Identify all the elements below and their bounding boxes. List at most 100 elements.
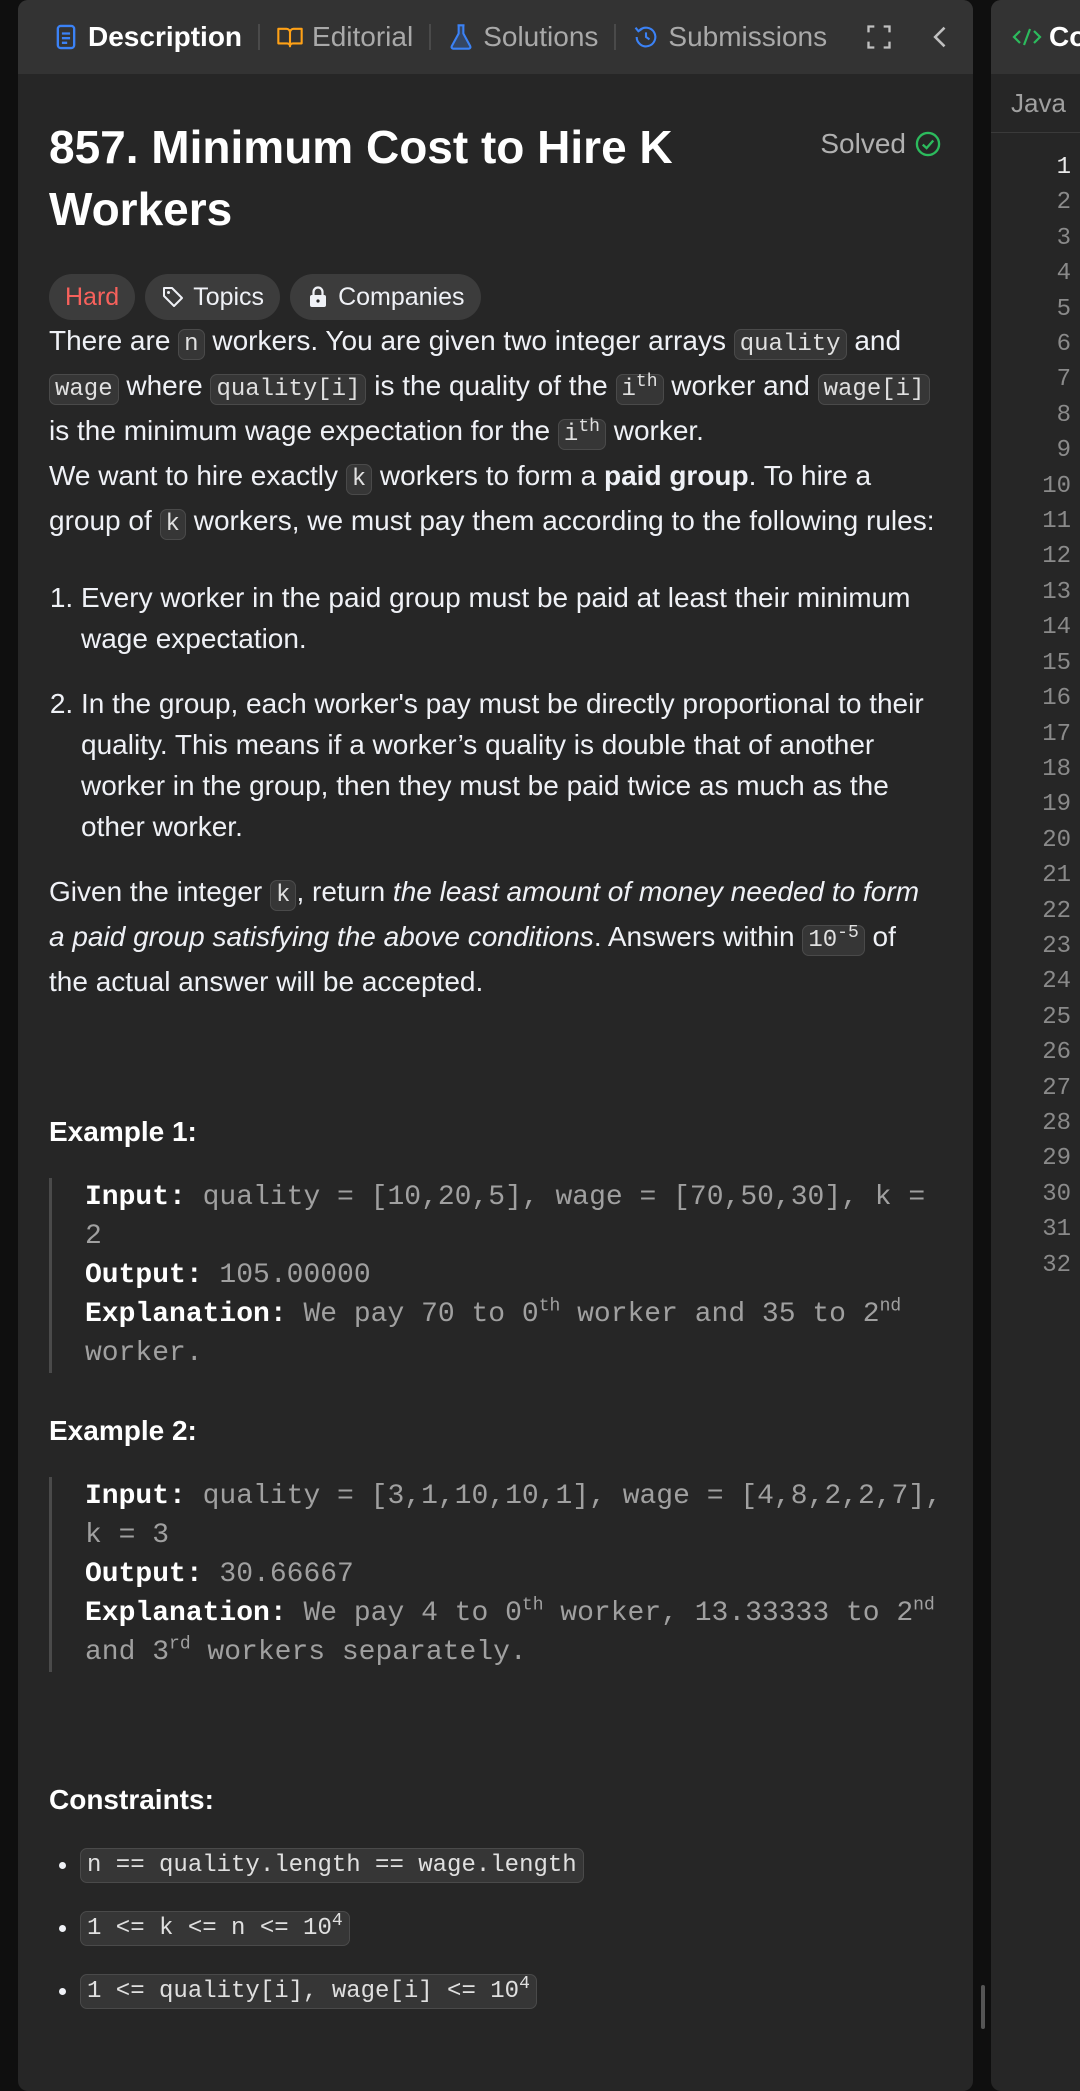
tag-row: Hard Topics Companies (49, 274, 942, 320)
line-numbers: 1 2 3 4 5 6 7 8 9 10 11 12 13 14 15 16 17 18 19 20 21 22 23 24 2… (991, 150, 1071, 1283)
editor-tab-label[interactable]: Co (1049, 21, 1080, 53)
code-editor-panel: Co Java 1 2 3 4 5 6 7 8 9 10 11 12 13 14 15 16 17 18 19 20 2… (991, 0, 1080, 2091)
line-number: 22 (1042, 897, 1071, 925)
line-number: 23 (1042, 932, 1071, 960)
example-1-input: Input: quality = [10,20,5], wage = [70,5… (85, 1182, 926, 1252)
example-1-block: Input: quality = [10,20,5], wage = [70,5… (49, 1178, 942, 1373)
line-number: 13 (1042, 578, 1071, 606)
language-select[interactable]: Java (991, 74, 1080, 133)
panel-tabbar: Description Editorial Solutions Submissi… (18, 0, 973, 74)
line-number: 28 (1042, 1109, 1071, 1137)
lock-icon (310, 286, 327, 307)
topics-button[interactable]: Topics (145, 274, 281, 320)
tab-description-label: Description (88, 21, 243, 52)
statement-paragraph-3: Given the integer k, return the least am… (49, 876, 920, 997)
list-item: 1 <= k <= n <= 104 (49, 1911, 942, 1946)
problem-title[interactable]: 857. Minimum Cost to Hire K Workers (49, 74, 729, 240)
constraints-title: Constraints: (49, 1784, 214, 1815)
check-circle-icon (915, 131, 941, 157)
companies-label: Companies (338, 282, 465, 311)
tab-divider (429, 24, 432, 50)
line-number: 8 (1056, 401, 1071, 429)
line-number: 6 (1056, 331, 1071, 359)
line-number: 9 (1056, 437, 1071, 465)
line-number: 17 (1042, 720, 1071, 748)
collapse-left-icon[interactable] (927, 23, 955, 51)
constraints-list: n == quality.length == wage.length 1 <= … (49, 1848, 942, 2009)
companies-button[interactable]: Companies (290, 274, 481, 320)
inline-code: wage (49, 374, 119, 405)
statement-paragraph-2: We want to hire exactly k workers to for… (49, 460, 935, 540)
line-number: 24 (1042, 968, 1071, 996)
example-2-title: Example 2: (49, 1415, 197, 1446)
example-1-explanation: Explanation: We pay 70 to 0th worker and… (85, 1296, 902, 1369)
history-icon (635, 26, 657, 48)
tab-divider (258, 24, 261, 50)
tab-editorial[interactable]: Editorial (266, 21, 423, 53)
line-number: 2 (1056, 189, 1071, 217)
line-number: 1 (1056, 154, 1071, 181)
line-number: 3 (1056, 224, 1071, 252)
inline-code: quality[i] (210, 374, 367, 405)
inline-code: k (270, 880, 297, 911)
constraint-code: 1 <= k <= n <= 104 (80, 1911, 350, 1946)
list-item: In the group, each worker's pay must be … (81, 683, 942, 847)
solved-label: Solved (820, 128, 906, 159)
line-number: 10 (1042, 472, 1071, 500)
inline-code: 10-5 (802, 924, 865, 956)
line-number: 26 (1042, 1039, 1071, 1067)
tab-solutions[interactable]: Solutions (437, 21, 608, 53)
line-number: 18 (1042, 755, 1071, 783)
tab-editorial-label: Editorial (312, 21, 414, 52)
line-number: 29 (1042, 1145, 1071, 1173)
tab-tools (865, 0, 955, 74)
line-number: 14 (1042, 614, 1071, 642)
line-number: 30 (1042, 1180, 1071, 1208)
line-number: 5 (1056, 295, 1071, 323)
bullet (59, 1988, 66, 1995)
line-number: 19 (1042, 791, 1071, 819)
tab-solutions-label: Solutions (483, 21, 599, 52)
rules-list: Every worker in the paid group must be p… (49, 577, 942, 847)
tab-submissions[interactable]: Submissions (622, 21, 837, 53)
line-number: 32 (1042, 1251, 1071, 1279)
example-2-output: Output: 30.66667 (85, 1559, 354, 1590)
list-item: 1 <= quality[i], wage[i] <= 104 (49, 1974, 942, 2009)
tab-divider (614, 24, 617, 50)
inline-code: n (178, 329, 205, 360)
inline-code: wage[i] (817, 374, 931, 405)
topics-label: Topics (193, 282, 265, 311)
bullet (59, 1862, 66, 1869)
inline-code: k (159, 509, 186, 540)
line-number: 20 (1042, 826, 1071, 854)
example-2-explanation: Explanation: We pay 4 to 0th worker, 13.… (85, 1595, 935, 1668)
line-number: 12 (1042, 543, 1071, 571)
tag-icon (163, 287, 184, 307)
editor-tabbar: Co (991, 0, 1080, 74)
list-item: Every worker in the paid group must be p… (81, 577, 942, 659)
bullet (59, 1925, 66, 1932)
problem-content: 857. Minimum Cost to Hire K Workers Solv… (18, 74, 973, 2009)
inline-code: ith (557, 418, 606, 450)
list-item: n == quality.length == wage.length (49, 1848, 942, 1883)
constraint-code: 1 <= quality[i], wage[i] <= 104 (80, 1974, 537, 2009)
example-2-block: Input: quality = [3,1,10,10,1], wage = [… (49, 1477, 942, 1672)
tab-description[interactable]: Description (42, 21, 252, 53)
solved-status: Solved (820, 128, 942, 160)
fullscreen-icon[interactable] (865, 23, 893, 51)
description-panel: Description Editorial Solutions Submissi… (18, 0, 973, 2091)
book-icon (277, 27, 303, 48)
line-number: 21 (1042, 862, 1071, 890)
flask-icon (450, 24, 472, 50)
panel-resize-handle[interactable] (981, 1985, 985, 2029)
inline-code: ith (615, 373, 664, 405)
statement-paragraph-1: There are n workers. You are given two i… (49, 320, 942, 455)
line-number: 4 (1056, 260, 1071, 288)
line-number: 27 (1042, 1074, 1071, 1102)
code-icon (1012, 28, 1042, 46)
line-number: 15 (1042, 649, 1071, 677)
line-number: 31 (1042, 1216, 1071, 1244)
line-number: 16 (1042, 685, 1071, 713)
example-1-output: Output: 105.00000 (85, 1260, 371, 1291)
line-number: 11 (1042, 508, 1071, 536)
